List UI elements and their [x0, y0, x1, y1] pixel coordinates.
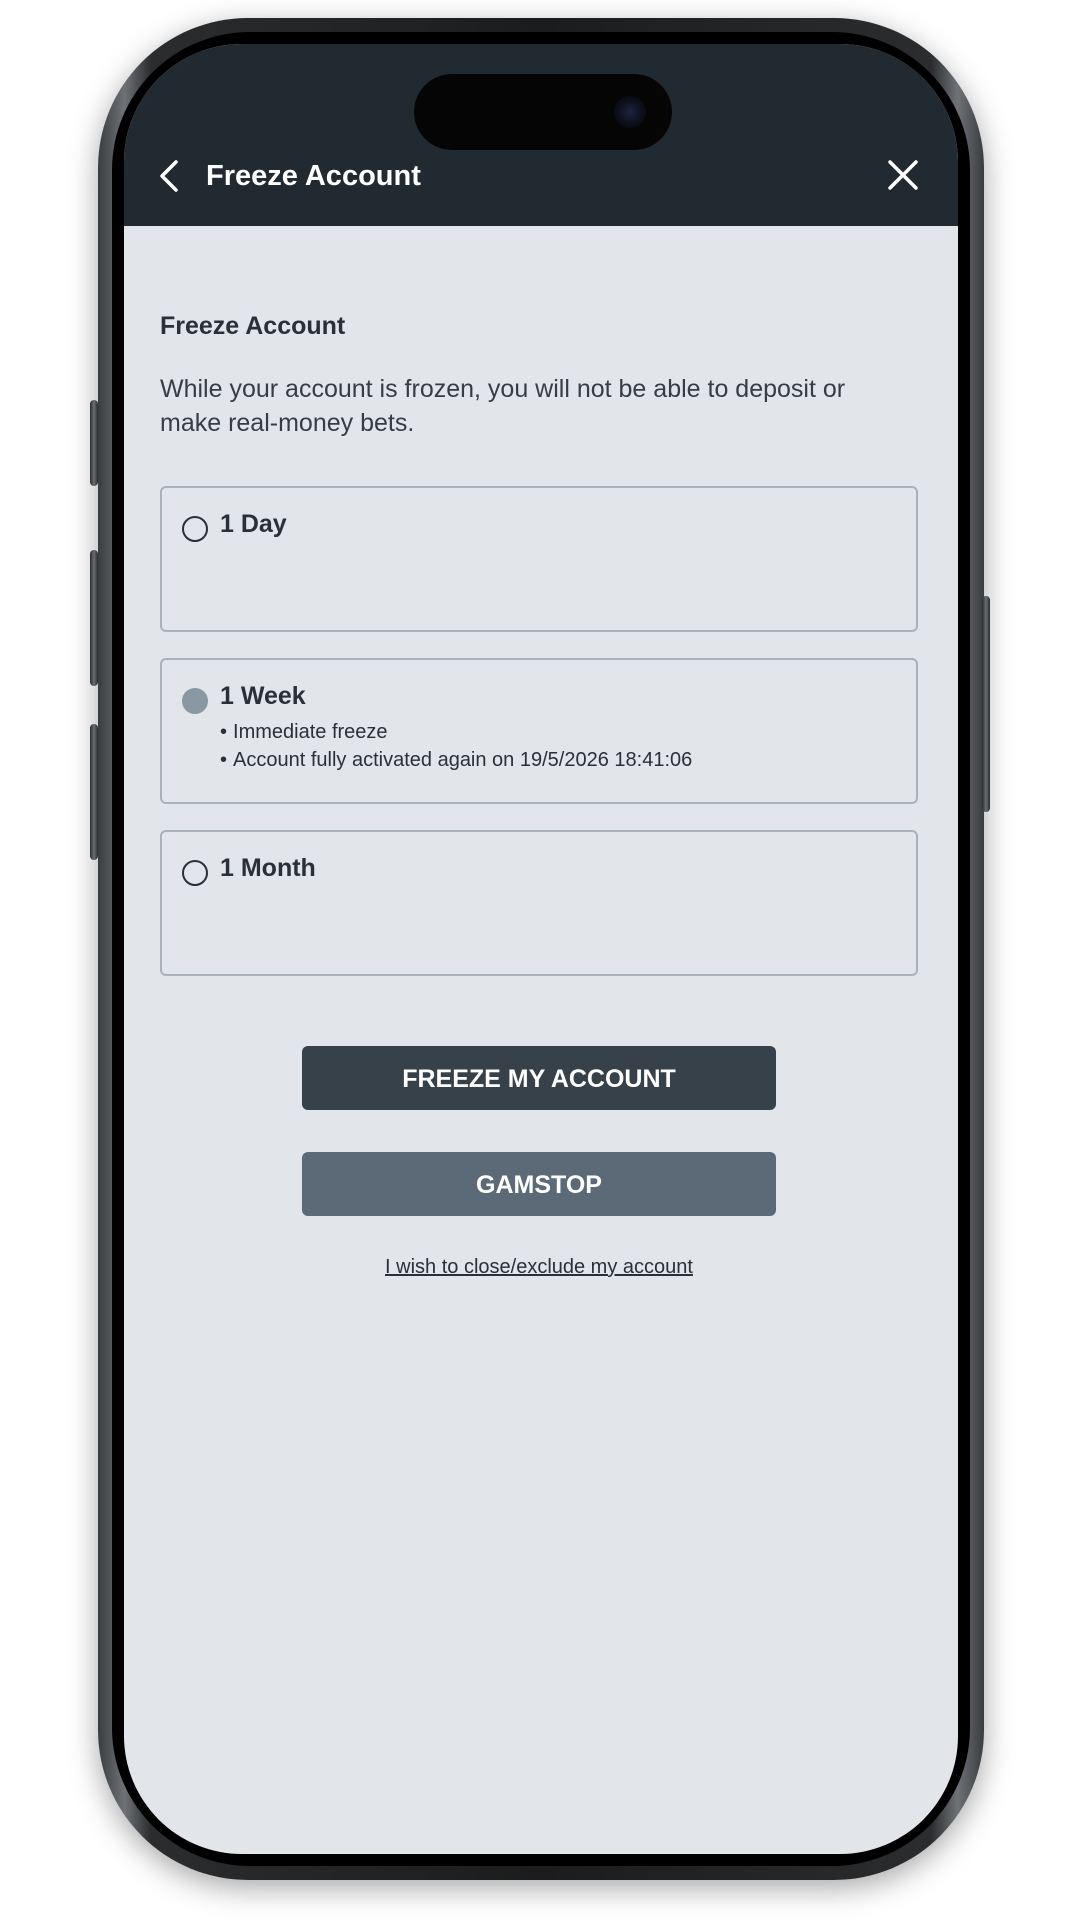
section-title: Freeze Account — [160, 312, 346, 340]
option-label: 1 Month — [220, 854, 316, 882]
action-button — [90, 400, 98, 486]
radio-1-day[interactable] — [182, 516, 208, 542]
radio-1-week[interactable] — [182, 688, 208, 714]
option-label: 1 Week — [220, 682, 306, 710]
back-button[interactable] — [150, 154, 190, 198]
detail-item: Immediate freeze — [220, 718, 692, 746]
option-details: Immediate freeze Account fully activated… — [220, 718, 692, 774]
option-1-day[interactable]: 1 Day — [160, 486, 918, 632]
freeze-description: While your account is frozen, you will n… — [160, 375, 846, 437]
option-1-week[interactable]: 1 Week Immediate freeze Account fully ac… — [160, 658, 918, 804]
volume-up-button — [90, 550, 98, 686]
option-label: 1 Day — [220, 510, 287, 538]
radio-1-month[interactable] — [182, 860, 208, 886]
screen: Freeze Account Freeze Account While your… — [124, 44, 958, 1854]
front-camera — [614, 96, 646, 128]
volume-down-button — [90, 724, 98, 860]
option-1-month[interactable]: 1 Month — [160, 830, 918, 976]
close-icon — [888, 160, 918, 190]
close-exclude-account-link[interactable]: I wish to close/exclude my account — [160, 1256, 918, 1279]
close-button[interactable] — [880, 152, 926, 198]
freeze-my-account-button[interactable]: FREEZE MY ACCOUNT — [302, 1046, 776, 1110]
detail-item: Account fully activated again on 19/5/20… — [220, 746, 692, 774]
header-title: Freeze Account — [206, 160, 421, 192]
power-button — [982, 596, 990, 812]
gamstop-button[interactable]: GAMSTOP — [302, 1152, 776, 1216]
chevron-left-icon — [160, 160, 178, 192]
dynamic-island — [414, 74, 672, 150]
